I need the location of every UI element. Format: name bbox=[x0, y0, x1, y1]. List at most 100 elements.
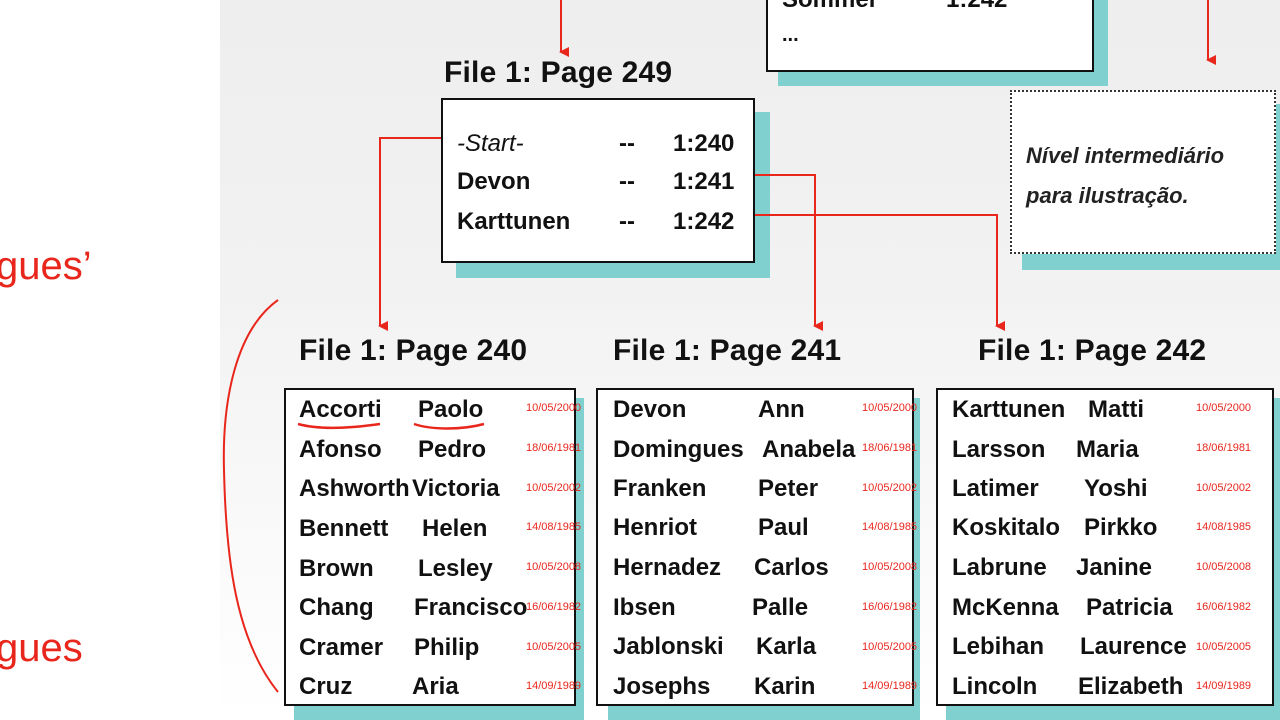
leaf-2-date-4: 14/08/1985 bbox=[862, 521, 918, 533]
leaf-2-last-4: Henriot bbox=[613, 514, 697, 541]
leaf-3-first-7: Laurence bbox=[1080, 633, 1187, 660]
leaf-2-date-5: 10/05/2008 bbox=[862, 561, 918, 573]
root-page-title: File 1: Page 249 bbox=[444, 56, 673, 89]
leaf-1-date-2: 18/06/1981 bbox=[526, 442, 582, 454]
note-line-2: para ilustração. bbox=[1026, 183, 1189, 208]
leaf-2-first-1: Ann bbox=[758, 396, 805, 423]
leaf-2-last-1: Devon bbox=[613, 396, 687, 423]
leaf-1-first-6: Francisco bbox=[414, 594, 528, 621]
leaf-1-first-2: Pedro bbox=[418, 436, 487, 463]
slide: gues’ gues Sommer 1:242 ... File 1: Page… bbox=[0, 0, 1280, 720]
leaf-1-date-6: 16/06/1982 bbox=[526, 601, 582, 613]
leaf-3-first-8: Elizabeth bbox=[1078, 673, 1184, 700]
leaf-3-date-5: 10/05/2008 bbox=[1196, 561, 1252, 573]
leaf-1-first-1: Paolo bbox=[418, 396, 484, 423]
leaf-1-date-7: 10/05/2005 bbox=[526, 641, 582, 653]
leaf-2-first-8: Karin bbox=[754, 673, 816, 700]
leaf-1-title: File 1: Page 240 bbox=[299, 334, 528, 367]
leaf-2-first-6: Palle bbox=[752, 594, 809, 621]
leaf-3-first-1: Matti bbox=[1088, 396, 1144, 423]
leaf-1-last-5: Brown bbox=[299, 555, 374, 582]
leaf-3-date-7: 10/05/2005 bbox=[1196, 641, 1252, 653]
root-ptr-1: 1:240 bbox=[673, 130, 735, 157]
leaf-3-date-8: 14/09/1989 bbox=[1196, 680, 1252, 692]
leaf-2-first-3: Peter bbox=[758, 475, 819, 502]
leaf-3-last-8: Lincoln bbox=[952, 673, 1038, 700]
leaf-2-first-7: Karla bbox=[756, 633, 817, 660]
top-box-ellipsis: ... bbox=[782, 24, 799, 46]
leaf-1-first-4: Helen bbox=[422, 515, 488, 542]
left-partial-label-1: gues’ bbox=[0, 244, 92, 288]
root-sep-2: -- bbox=[619, 168, 635, 195]
leaf-3-last-6: McKenna bbox=[952, 594, 1059, 621]
leaf-3-last-3: Latimer bbox=[952, 475, 1039, 502]
leaf-3-first-6: Patricia bbox=[1086, 594, 1173, 621]
leaf-1-first-5: Lesley bbox=[418, 555, 493, 582]
root-sep-3: -- bbox=[619, 208, 635, 235]
leaf-1-date-1: 10/05/2000 bbox=[526, 402, 582, 414]
leaf-3-last-1: Karttunen bbox=[952, 396, 1066, 423]
top-box-key: Sommer bbox=[782, 0, 878, 14]
top-index-box: Sommer 1:242 ... bbox=[766, 0, 1094, 72]
leaf-3-last-5: Labrune bbox=[952, 554, 1047, 581]
left-panel bbox=[0, 0, 220, 720]
leaf-2-last-6: Ibsen bbox=[613, 594, 676, 621]
leaf-3-last-2: Larsson bbox=[952, 436, 1046, 463]
leaf-1-first-8: Aria bbox=[412, 673, 459, 700]
leaf-3-box: Karttunen Matti 10/05/2000 Larsson Maria… bbox=[936, 388, 1274, 706]
leaf-3-first-4: Pirkko bbox=[1084, 514, 1158, 541]
leaf-1-first-7: Philip bbox=[414, 634, 480, 661]
left-partial-label-2: gues bbox=[0, 626, 83, 670]
leaf-3-date-3: 10/05/2002 bbox=[1196, 482, 1252, 494]
leaf-3-last-7: Lebihan bbox=[952, 633, 1045, 660]
root-key-2: Devon bbox=[457, 168, 531, 195]
leaf-3-title: File 1: Page 242 bbox=[978, 334, 1207, 367]
leaf-2-title: File 1: Page 241 bbox=[613, 334, 842, 367]
leaf-3-first-2: Maria bbox=[1076, 436, 1139, 463]
root-index-box: -Start- -- 1:240 Devon -- 1:241 Karttune… bbox=[441, 98, 755, 263]
leaf-2-first-5: Carlos bbox=[754, 554, 829, 581]
leaf-3-date-4: 14/08/1985 bbox=[1196, 521, 1252, 533]
leaf-2-date-3: 10/05/2002 bbox=[862, 482, 918, 494]
leaf-2-date-2: 18/06/1981 bbox=[862, 442, 918, 454]
leaf-2-last-7: Jablonski bbox=[613, 633, 724, 660]
leaf-1-box: Accorti Paolo 10/05/2000 Afonso Pedro 18… bbox=[284, 388, 581, 706]
leaf-1-date-3: 10/05/2002 bbox=[526, 482, 582, 494]
leaf-3-first-5: Janine bbox=[1076, 554, 1153, 581]
leaf-1-date-5: 10/05/2008 bbox=[526, 561, 582, 573]
leaf-2-date-6: 16/06/1982 bbox=[862, 601, 918, 613]
leaf-2-first-4: Paul bbox=[758, 514, 809, 541]
leaf-2-last-2: Domingues bbox=[613, 436, 744, 463]
leaf-2-date-8: 14/09/1989 bbox=[862, 680, 918, 692]
root-ptr-3: 1:242 bbox=[673, 208, 735, 235]
leaf-2-last-5: Hernadez bbox=[613, 554, 722, 581]
leaf-1-last-3: Ashworth bbox=[299, 475, 410, 502]
leaf-2-date-7: 10/05/2005 bbox=[862, 641, 918, 653]
top-box-ptr: 1:242 bbox=[946, 0, 1007, 14]
leaf-1-last-7: Cramer bbox=[299, 634, 384, 661]
leaf-1-date-8: 14/09/1989 bbox=[526, 680, 582, 692]
leaf-3-date-2: 18/06/1981 bbox=[1196, 442, 1252, 454]
leaf-2-last-8: Josephs bbox=[613, 673, 711, 700]
note-box: Nível intermediário para ilustração. bbox=[1010, 90, 1276, 254]
note-line-1: Nível intermediário bbox=[1026, 143, 1225, 168]
leaf-3-date-6: 16/06/1982 bbox=[1196, 601, 1252, 613]
leaf-1-last-8: Cruz bbox=[299, 673, 353, 700]
leaf-1-date-4: 14/08/1985 bbox=[526, 521, 582, 533]
root-ptr-2: 1:241 bbox=[673, 168, 735, 195]
leaf-1-last-6: Chang bbox=[299, 594, 374, 621]
root-key-3: Karttunen bbox=[457, 208, 571, 235]
root-sep-1: -- bbox=[619, 130, 635, 157]
leaf-3-first-3: Yoshi bbox=[1084, 475, 1148, 502]
leaf-1-last-4: Bennett bbox=[299, 515, 389, 542]
leaf-2-last-3: Franken bbox=[613, 475, 707, 502]
root-key-1: -Start- bbox=[457, 130, 524, 157]
leaf-1-last-2: Afonso bbox=[299, 436, 382, 463]
leaf-1-last-1: Accorti bbox=[299, 396, 382, 423]
leaf-1-first-3: Victoria bbox=[412, 475, 500, 502]
leaf-2-first-2: Anabela bbox=[762, 436, 856, 463]
leaf-2-box: Devon Ann 10/05/2000 Domingues Anabela 1… bbox=[596, 388, 918, 706]
leaf-3-date-1: 10/05/2000 bbox=[1196, 402, 1252, 414]
leaf-2-date-1: 10/05/2000 bbox=[862, 402, 918, 414]
leaf-3-last-4: Koskitalo bbox=[952, 514, 1061, 541]
